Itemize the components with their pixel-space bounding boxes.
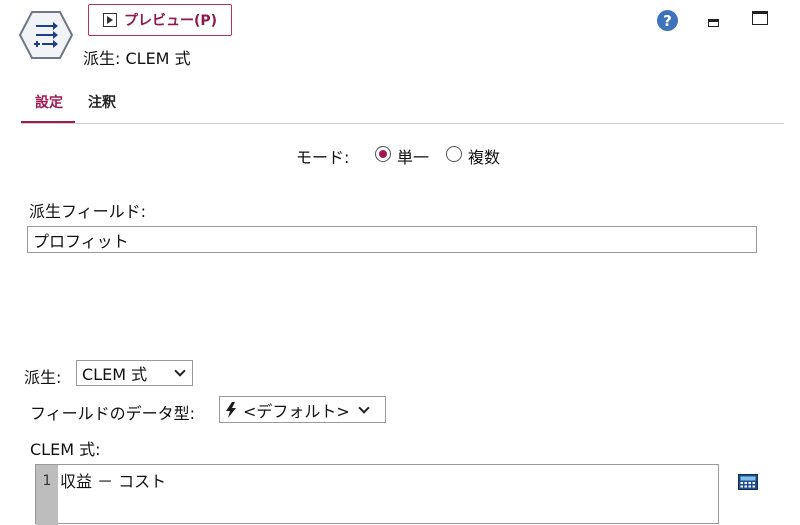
derive-field-input[interactable]: [27, 226, 757, 253]
node-title: 派生: CLEM 式: [83, 49, 191, 68]
tab-settings[interactable]: 設定: [35, 92, 63, 112]
tab-notes[interactable]: 注釈: [88, 92, 116, 112]
preview-button-label: プレビュー(P): [123, 13, 218, 29]
derive-as-value: CLEM 式: [82, 365, 148, 384]
field-type-value: <デフォルト>: [243, 401, 350, 421]
mode-single-radio[interactable]: [375, 146, 391, 162]
clem-expression-label: CLEM 式:: [30, 440, 101, 459]
preview-button[interactable]: プレビュー(P): [88, 4, 232, 36]
mode-single-label[interactable]: 単一: [397, 144, 429, 168]
minimize-icon[interactable]: [708, 19, 719, 27]
maximize-icon[interactable]: [752, 11, 768, 25]
lightning-bolt-icon: [226, 401, 236, 418]
play-icon: [102, 13, 117, 27]
field-type-select[interactable]: <デフォルト>: [219, 396, 386, 423]
mode-multiple-label[interactable]: 複数: [468, 144, 500, 168]
mode-multiple-radio[interactable]: [446, 146, 462, 162]
mode-label: モード:: [296, 148, 350, 167]
chevron-down-icon: [358, 401, 370, 414]
field-type-label: フィールドのデータ型:: [30, 404, 196, 423]
line-number-gutter: 1: [36, 465, 58, 525]
chevron-down-icon: [174, 365, 186, 377]
clem-expression-editor[interactable]: 1 収益 － コスト: [35, 464, 719, 525]
derive-node-icon: [18, 11, 74, 59]
derive-field-label: 派生フィールド:: [29, 202, 147, 221]
code-line: 収益 － コスト: [60, 472, 167, 491]
derive-as-select[interactable]: CLEM 式: [76, 360, 193, 386]
radio-selected-dot: [379, 150, 387, 158]
calculator-icon[interactable]: [738, 474, 758, 490]
tab-divider: [21, 123, 784, 124]
derive-as-label: 派生:: [24, 368, 62, 387]
help-icon[interactable]: ?: [657, 10, 678, 31]
